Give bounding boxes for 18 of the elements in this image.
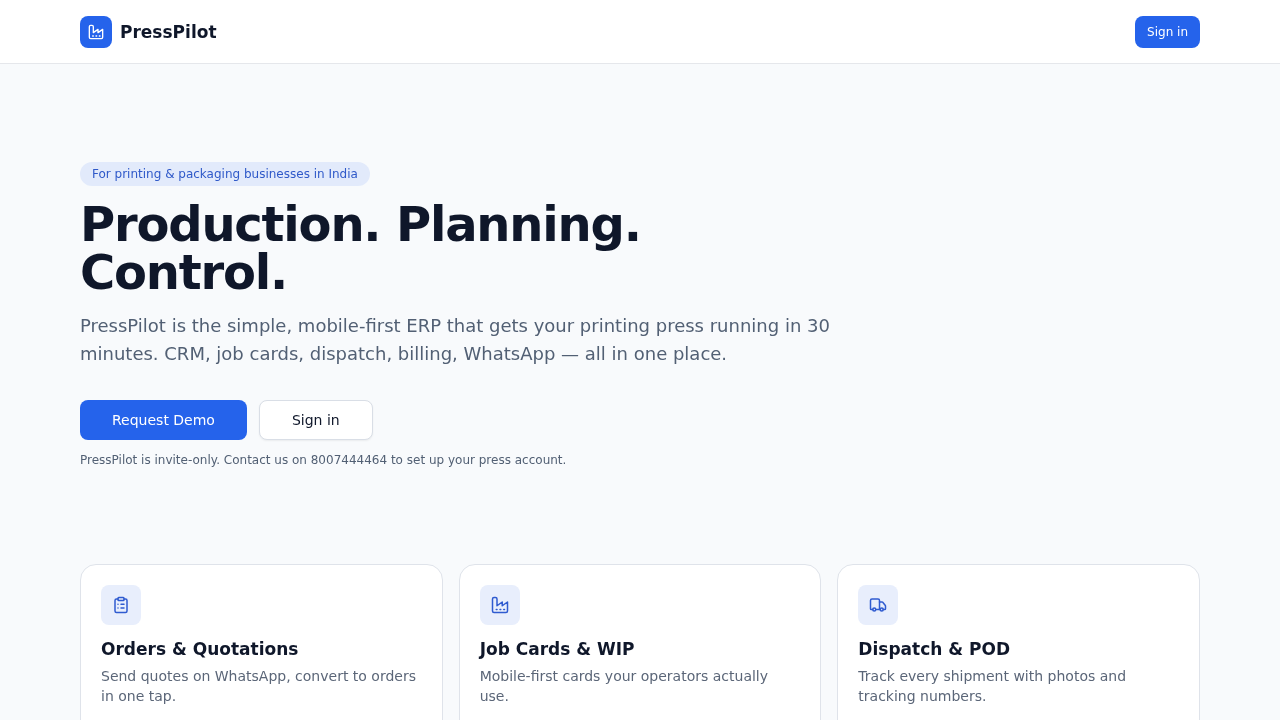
- feature-title: Job Cards & WIP: [479, 638, 636, 660]
- clipboard-list-icon: [101, 585, 141, 625]
- sign-in-button[interactable]: Sign in: [258, 400, 373, 440]
- truck-icon: [858, 585, 899, 625]
- audience-badge: For printing & packaging businesses in India: [80, 162, 370, 186]
- brand-name: PressPilot: [120, 21, 217, 42]
- feature-description: Track every shipment with photos and tracking numbers.: [858, 667, 1128, 706]
- sign-in-button[interactable]: Sign in: [1135, 15, 1200, 48]
- hero-description: PressPilot is the simple, mobile-first ERP that gets your printing press running in 30 minutes. CRM, job cards, dispatch, billing, WhatsApp — all in one place.: [80, 314, 831, 366]
- factory-logo-icon: [80, 15, 112, 48]
- feature-title: Dispatch & POD: [858, 638, 1012, 660]
- request-demo-button[interactable]: Request Demo: [80, 400, 247, 440]
- feature-title: Orders & Quotations: [101, 638, 300, 660]
- hero-heading: Production. Planning. Control.: [80, 200, 642, 296]
- factory-icon: [479, 585, 520, 625]
- feature-description: Mobile-first cards your operators actually use.: [479, 667, 770, 706]
- invite-note: PressPilot is invite-only. Contact us on 8007444464 to set up your press account.: [80, 452, 568, 468]
- feature-description: Send quotes on WhatsApp, convert to orders in one tap.: [101, 667, 417, 706]
